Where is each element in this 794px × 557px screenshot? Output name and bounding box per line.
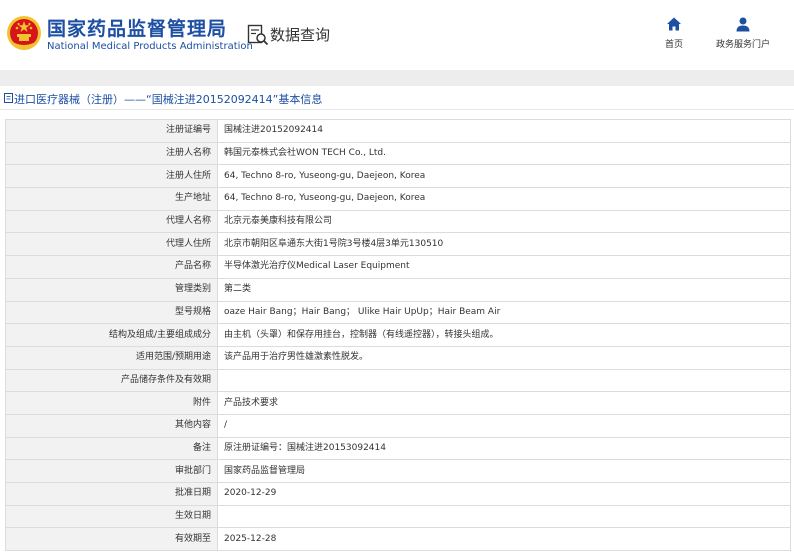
table-row: 审批部门 国家药品监督管理局 [5, 459, 791, 483]
table-row: 生产地址 64, Techno 8-ro, Yuseong-gu, Daejeon… [5, 187, 791, 211]
field-label: 适用范围/预期用途 [5, 345, 218, 370]
breadcrumb-text: 进口医疗器械（注册）——“国械注进20152092414”基本信息 [14, 93, 323, 106]
field-label: 管理类别 [5, 277, 218, 302]
document-icon [4, 93, 13, 103]
field-value: 该产品用于治疗男性雄激素性脱发。 [217, 345, 791, 370]
site-header: 国家药品监督管理局 National Medical Products Admi… [0, 0, 794, 70]
section-title: 数据查询 [270, 26, 331, 44]
field-value: 北京元泰美康科技有限公司 [217, 209, 791, 234]
table-row: 代理人名称 北京元泰美康科技有限公司 [5, 209, 791, 234]
nav-home[interactable]: 首页 [652, 16, 696, 56]
field-label: 产品名称 [5, 255, 218, 279]
registration-detail-table: 注册证编号 国械注进20152092414 注册人名称 韩国元泰株式会社WON TE… [5, 119, 791, 552]
field-label: 生效日期 [5, 504, 218, 529]
field-label: 产品储存条件及有效期 [5, 368, 218, 393]
header-divider-band [0, 70, 794, 86]
table-row: 有效期至 2025-12-28 [5, 527, 791, 552]
table-row: 批准日期 2020-12-29 [5, 482, 791, 506]
table-row: 附件 产品技术要求 [5, 391, 791, 415]
field-label: 其他内容 [5, 413, 218, 438]
field-label: 注册证编号 [5, 119, 218, 143]
field-label: 备注 [5, 436, 218, 461]
field-value: 韩国元泰株式会社WON TECH Co., Ltd. [217, 141, 791, 166]
table-row: 产品名称 半导体激光治疗仪Medical Laser Equipment [5, 255, 791, 279]
nav-service-portal-label: 政务服务门户 [715, 40, 770, 50]
field-value: oaze Hair Bang；Hair Bang； Ulike Hair UpU… [217, 300, 791, 325]
field-label: 代理人住所 [5, 232, 218, 257]
breadcrumb: 进口医疗器械（注册）——“国械注进20152092414”基本信息 [0, 86, 794, 110]
home-icon [667, 17, 681, 31]
table-row: 注册人名称 韩国元泰株式会社WON TECH Co., Ltd. [5, 141, 791, 166]
table-row: 型号规格 oaze Hair Bang；Hair Bang； Ulike Hair… [5, 300, 791, 325]
nav-home-label: 首页 [664, 40, 683, 50]
table-row: 产品储存条件及有效期 [5, 368, 791, 393]
field-value: 国械注进20152092414 [217, 119, 791, 143]
table-row: 其他内容 / [5, 413, 791, 438]
field-value: 北京市朝阳区阜通东大街1号院3号楼4层3单元130510 [217, 232, 791, 257]
table-row: 注册证编号 国械注进20152092414 [5, 119, 791, 143]
field-value: 64, Techno 8-ro, Yuseong-gu, Daejeon, Ko… [217, 164, 791, 189]
field-label: 注册人名称 [5, 141, 218, 166]
national-emblem-icon [7, 16, 41, 50]
field-value: 原注册证编号：国械注进20153092414 [217, 436, 791, 461]
data-query-icon [247, 24, 269, 46]
table-row: 适用范围/预期用途 该产品用于治疗男性雄激素性脱发。 [5, 345, 791, 370]
field-label: 注册人住所 [5, 164, 218, 189]
field-value: 2025-12-28 [217, 527, 791, 552]
field-value: / [217, 413, 791, 438]
field-label: 型号规格 [5, 300, 218, 325]
table-row: 备注 原注册证编号：国械注进20153092414 [5, 436, 791, 461]
user-icon [736, 17, 750, 32]
field-label: 结构及组成/主要组成成分 [5, 323, 218, 347]
field-value [217, 504, 791, 529]
field-value: 产品技术要求 [217, 391, 791, 415]
field-value: 2020-12-29 [217, 482, 791, 506]
field-value: 半导体激光治疗仪Medical Laser Equipment [217, 255, 791, 279]
field-value: 64, Techno 8-ro, Yuseong-gu, Daejeon, Ko… [217, 187, 791, 211]
table-row: 结构及组成/主要组成成分 由主机（头罩）和保存用挂台，控制器（有线遥控器），转接头… [5, 323, 791, 347]
table-row: 代理人住所 北京市朝阳区阜通东大街1号院3号楼4层3单元130510 [5, 232, 791, 257]
field-label: 批准日期 [5, 482, 218, 506]
field-value: 第二类 [217, 277, 791, 302]
field-label: 代理人名称 [5, 209, 218, 234]
field-label: 有效期至 [5, 527, 218, 552]
org-name-en: National Medical Products Administration [47, 41, 253, 52]
field-value [217, 368, 791, 393]
org-name-cn: 国家药品监督管理局 [47, 18, 228, 40]
table-row: 生效日期 [5, 504, 791, 529]
table-row: 管理类别 第二类 [5, 277, 791, 302]
table-row: 注册人住所 64, Techno 8-ro, Yuseong-gu, Daejeo… [5, 164, 791, 189]
field-label: 附件 [5, 391, 218, 415]
field-label: 审批部门 [5, 459, 218, 483]
nav-service-portal[interactable]: 政务服务门户 [708, 16, 778, 56]
field-label: 生产地址 [5, 187, 218, 211]
field-value: 由主机（头罩）和保存用挂台，控制器（有线遥控器），转接头组成。 [217, 323, 791, 347]
field-value: 国家药品监督管理局 [217, 459, 791, 483]
